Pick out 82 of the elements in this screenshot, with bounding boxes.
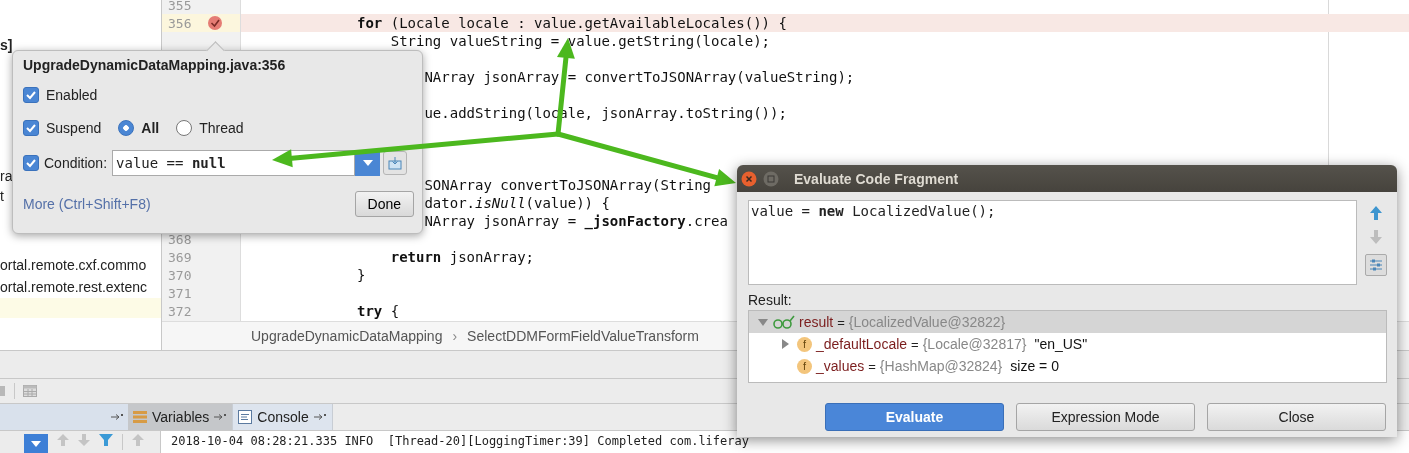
window-title: Evaluate Code Fragment: [794, 170, 959, 187]
breadcrumb-item[interactable]: SelectDDMFormFieldValueTransform: [467, 328, 699, 344]
radio-label[interactable]: Thread: [199, 120, 244, 136]
tree-row[interactable]: result = {LocalizedValue@32822}: [749, 311, 1386, 333]
filter-icon[interactable]: [99, 434, 113, 446]
radio-button[interactable]: [176, 120, 193, 136]
expand-button[interactable]: [383, 151, 408, 175]
minimize-icon[interactable]: [763, 170, 779, 187]
radio-label[interactable]: All: [141, 120, 160, 136]
value-detail: size = 0: [1010, 358, 1059, 374]
tree-row[interactable]: f _defaultLocale = {Locale@32817} "en_US": [749, 333, 1386, 355]
code-line: NArray jsonArray = convertToJSONArray(valueString);: [424, 69, 855, 85]
settings-button[interactable]: [1365, 254, 1387, 276]
stack-icon: [133, 410, 147, 424]
code-editor[interactable]: value = new LocalizedValue();: [748, 200, 1357, 285]
pin-icon[interactable]: [313, 413, 327, 421]
code-line: SONArray convertToJSONArray(String: [424, 177, 711, 193]
variable-value: {Locale@32817}: [922, 336, 1027, 352]
pin-icon[interactable]: [111, 413, 124, 421]
field-badge: f: [797, 358, 812, 374]
line-number: 368: [167, 231, 192, 247]
code-line: try {: [357, 303, 400, 319]
breadcrumb-item[interactable]: UpgradeDynamicDataMapping: [251, 328, 443, 344]
console-icon: [238, 410, 253, 424]
equals-sign: =: [868, 358, 876, 374]
result-label: Result:: [748, 291, 793, 309]
glasses-icon: [773, 315, 795, 329]
code-line: NArray jsonArray = _jsonFactory.crea: [424, 213, 728, 229]
tree-item[interactable]: t: [0, 188, 4, 204]
tree-item[interactable]: ra: [0, 168, 13, 184]
up-arrow-icon[interactable]: [1370, 206, 1382, 220]
tree-item[interactable]: ortal.remote.cxf.commo: [0, 257, 147, 273]
radio-button[interactable]: [118, 120, 135, 136]
dropdown-button[interactable]: [24, 434, 48, 453]
line-number: 370: [167, 267, 192, 283]
tab[interactable]: Variables: [128, 404, 234, 430]
checkbox[interactable]: [23, 155, 39, 171]
code-line: }: [357, 267, 366, 283]
line-number: 369: [167, 249, 192, 265]
expand-arrow-icon[interactable]: [758, 317, 768, 327]
tree-item[interactable]: s]: [0, 37, 13, 53]
line-number: 372: [167, 303, 192, 319]
caret-icon: [31, 441, 41, 447]
checkbox[interactable]: [23, 87, 39, 103]
condition-field[interactable]: value == null: [112, 150, 356, 176]
variable-value: {LocalizedValue@32822}: [848, 314, 1006, 330]
checkbox-label[interactable]: Suspend: [46, 120, 102, 136]
code-line: String valueString = value.getString(locale);: [390, 33, 770, 49]
variable-name: result: [799, 314, 834, 330]
tab[interactable]: Console: [233, 404, 333, 430]
variable-value: {HashMap@32824}: [879, 358, 1003, 374]
caret-icon: [362, 160, 373, 166]
variable-name: _values: [816, 358, 865, 374]
code-line: dator.isNull(value)) {: [424, 195, 610, 211]
field-badge: f: [797, 336, 812, 352]
tree-item[interactable]: ortal.remote.rest.extenc: [0, 279, 148, 295]
dialog-button[interactable]: Evaluate: [825, 403, 1004, 431]
pin-icon[interactable]: [214, 413, 228, 421]
code-line: for (Locale locale : value.getAvailableLocales()) {: [357, 15, 787, 31]
download-icon: [388, 156, 403, 170]
variable-name: _defaultLocale: [816, 336, 908, 352]
expand-arrow-icon[interactable]: [780, 339, 790, 349]
dialog-button[interactable]: Close: [1207, 403, 1386, 431]
checkbox[interactable]: [23, 120, 39, 136]
checkbox-label[interactable]: Condition:: [44, 155, 108, 171]
line-number: 356: [167, 15, 192, 31]
equals-sign: =: [837, 314, 845, 330]
popup-title: UpgradeDynamicDataMapping.java:356: [23, 56, 287, 75]
sliders-icon: [1368, 257, 1384, 273]
more-link[interactable]: More (Ctrl+Shift+F8): [23, 196, 151, 212]
value-detail: "en_US": [1034, 336, 1088, 352]
console-line: 2018-10-04 08:28:21.335 INFO [Thread-20][LoggingTimer:39] Completed com.liferay: [171, 434, 750, 448]
line-number: 355: [167, 0, 192, 13]
dialog-button[interactable]: Expression Mode: [1016, 403, 1195, 431]
breakpoint-icon[interactable]: [207, 15, 225, 31]
code-line: return jsonArray;: [390, 249, 534, 265]
checkbox-label[interactable]: Enabled: [46, 87, 98, 103]
line-number: 371: [167, 285, 192, 301]
close-icon[interactable]: [741, 170, 757, 187]
done-button[interactable]: Done: [354, 191, 414, 217]
breadcrumb-separator: ›: [452, 328, 458, 344]
equals-sign: =: [911, 336, 919, 352]
